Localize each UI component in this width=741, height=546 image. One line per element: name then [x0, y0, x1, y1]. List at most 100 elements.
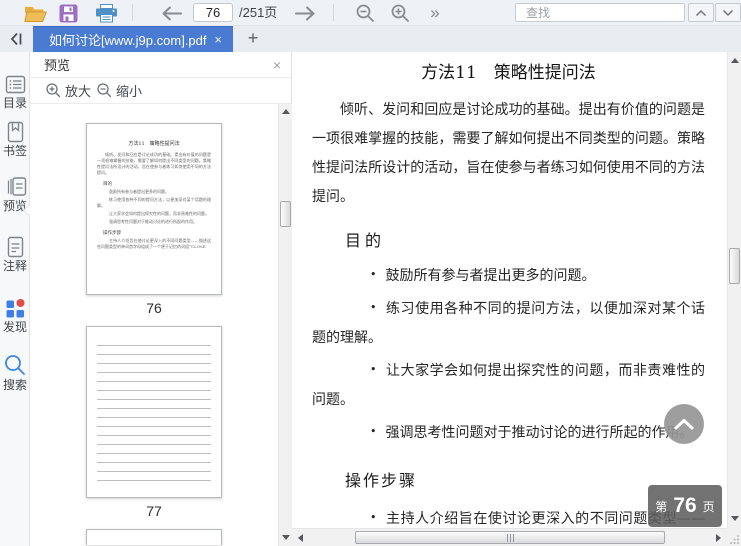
chevron-left-bar-icon	[10, 32, 22, 46]
doc-paragraph: 倾听、发问和回应是讨论成功的基础。提出有价值的问题是一项很难掌握的技能，需要了解…	[312, 102, 705, 205]
tab-close-icon[interactable]: ×	[211, 32, 225, 47]
preview-scrollbar-thumb[interactable]	[280, 201, 291, 227]
thumbnail-zoom-in-button[interactable]: 放大	[46, 81, 91, 100]
horizontal-scrollbar-thumb[interactable]	[355, 531, 665, 544]
chevron-down-icon	[722, 9, 734, 16]
page-indicator-badge: 第 76 页	[648, 485, 722, 527]
resize-grip-icon	[730, 535, 739, 544]
pdf-page: 方法11 策略性提问法 倾听、发问和回应是讨论成功的基础。提出有价值的问题是一项…	[292, 58, 727, 528]
sidebar-label: 书签	[2, 144, 27, 158]
doc-title: 方法11 策略性提问法	[421, 63, 596, 83]
preview-close-icon[interactable]: ×	[273, 57, 281, 73]
mini-doc-line: 主持人介绍旨在使讨论更深入的不同问题类型——描述这些问题类型的单词首字母组成了一…	[97, 238, 211, 249]
annotation-icon	[7, 236, 23, 258]
thumbnail-page-label: 76	[146, 300, 162, 316]
main-toolbar: /251页 »	[0, 0, 741, 26]
doc-bullet: •主持人介绍旨在使讨论更深入的不同问题类型——描述这些问题类型的单词首字母组成了…	[312, 505, 705, 528]
zoom-in-label: 放大	[65, 84, 92, 99]
sidebar-label: 搜索	[2, 378, 27, 392]
badge-page-number: 76	[673, 494, 697, 517]
chevron-up-icon	[674, 419, 694, 430]
doc-bullet: • 鼓励所有参与者提出更多的问题。	[312, 262, 705, 291]
thumbnail-list: 方法11 策略性提问法 倾听、发问和回应是讨论成功的基础。提出有价值的问题是一项…	[30, 104, 278, 546]
scroll-right-icon[interactable]	[716, 534, 721, 542]
mini-doc-title: 方法11 策略性提问法	[128, 141, 180, 147]
doc-bullet-list: •主持人介绍旨在使讨论更深入的不同问题类型——描述这些问题类型的单词首字母组成了…	[312, 505, 705, 528]
new-tab-button[interactable]: +	[240, 26, 266, 52]
scrollbar-corner	[727, 528, 741, 546]
sidebar-item-discover[interactable]: 发现	[0, 298, 30, 334]
thumbnail-text-lines	[97, 341, 211, 483]
thumbnail-page-77[interactable]	[86, 326, 222, 498]
find-previous-button[interactable]	[688, 3, 714, 22]
print-button[interactable]	[94, 0, 118, 26]
document-horizontal-scrollbar[interactable]	[292, 528, 727, 546]
preview-icon	[7, 177, 26, 196]
bullet-dot: •	[370, 511, 377, 524]
tab-document[interactable]: 如何讨论[www.j9p.com].pdf ×	[33, 26, 233, 52]
page-total-label: /251页	[239, 5, 278, 20]
zoom-out-icon	[97, 83, 112, 98]
sidebar-label: 注释	[2, 259, 27, 273]
scroll-left-icon[interactable]	[298, 534, 303, 542]
vertical-scrollbar-thumb[interactable]	[729, 248, 740, 284]
sidebar-item-toc[interactable]: 目录	[0, 74, 30, 110]
back-arrow-icon	[162, 6, 182, 20]
thumbnail-page-label: 77	[146, 503, 162, 519]
open-file-button[interactable]	[22, 0, 48, 26]
mini-doc-line: 强调思考性问题对于推动讨论的进行所起的作用。	[109, 219, 197, 224]
preview-scrollbar[interactable]	[278, 104, 292, 546]
open-folder-icon	[23, 6, 47, 22]
doc-bullet: • 强调思考性问题对于推动讨论的进行所起的作用。	[312, 419, 705, 448]
document-viewport[interactable]: 方法11 策略性提问法 倾听、发问和回应是讨论成功的基础。提出有价值的问题是一项…	[292, 52, 727, 528]
thumbnail-page-76[interactable]: 方法11 策略性提问法 倾听、发问和回应是讨论成功的基础。提出有价值的问题是一项…	[86, 123, 222, 295]
save-button[interactable]	[58, 0, 78, 26]
bullet-dot: •	[370, 301, 377, 314]
zoom-in-icon	[391, 4, 409, 22]
bullet-dot: •	[370, 268, 377, 281]
toc-icon	[5, 75, 25, 94]
zoom-out-button[interactable]	[354, 0, 376, 26]
tab-title: 如何讨论[www.j9p.com].pdf	[49, 33, 207, 48]
scroll-down-icon[interactable]	[731, 516, 739, 521]
thumbnail-page-78[interactable]	[86, 529, 222, 545]
scroll-up-icon[interactable]	[282, 109, 290, 114]
zoom-out-icon	[356, 4, 374, 22]
doc-heading-purpose: 目的	[345, 231, 386, 250]
doc-bullet: • 练习使用各种不同的提问方法，以便加深对某个话题的理解。	[312, 295, 705, 353]
find-input[interactable]	[526, 5, 681, 20]
mini-doc-intro: 倾听、发问和回应是讨论成功的基础。提出有价值的问题是一项很难掌握的技能，需要了解…	[97, 152, 211, 175]
back-to-top-button[interactable]	[664, 404, 704, 444]
zoom-in-icon	[46, 83, 61, 98]
sidebar-item-annotations[interactable]: 注释	[0, 236, 30, 273]
badge-prefix: 第	[655, 499, 668, 514]
more-tools-button[interactable]: »	[424, 0, 444, 26]
print-icon	[95, 3, 117, 22]
scroll-up-icon[interactable]	[731, 58, 739, 63]
find-box	[515, 3, 685, 22]
chevron-up-icon	[695, 9, 707, 16]
sidebar-item-bookmarks[interactable]: 书签	[0, 121, 30, 158]
preview-toolbar: 放大 缩小	[30, 78, 291, 104]
collapse-tabs-button[interactable]	[4, 26, 28, 52]
doc-bullet-list: • 鼓励所有参与者提出更多的问题。 • 练习使用各种不同的提问方法，以便加深对某个话…	[312, 262, 705, 448]
toolbar-separator	[333, 4, 334, 21]
sidebar-rail: 目录 书签 预览 注释 发现 搜索	[0, 52, 30, 546]
mini-doc-line: 让大家学会如何提出探究性的问题，而非责难性的问题。	[109, 211, 209, 216]
previous-page-button[interactable]	[158, 0, 184, 26]
page-number-input[interactable]	[193, 3, 233, 22]
tab-bar: 如何讨论[www.j9p.com].pdf × +	[0, 26, 741, 52]
next-page-button[interactable]	[292, 0, 318, 26]
sidebar-label: 目录	[2, 96, 27, 110]
mini-doc-line: 练习使用各种不同的提问方法，以便加深对某个话题的理解。	[97, 197, 211, 208]
document-vertical-scrollbar[interactable]	[727, 52, 741, 528]
forward-arrow-icon	[294, 6, 314, 20]
thumbnail-zoom-out-button[interactable]: 缩小	[97, 81, 142, 100]
zoom-in-button[interactable]	[389, 0, 411, 26]
sidebar-item-search[interactable]: 搜索	[0, 353, 30, 392]
doc-bullet: • 让大家学会如何提出探究性的问题，而非责难性的问题。	[312, 357, 705, 415]
scroll-down-icon[interactable]	[282, 535, 290, 540]
discover-icon	[6, 299, 24, 318]
find-next-button[interactable]	[715, 3, 741, 22]
toolbar-separator	[132, 4, 133, 21]
